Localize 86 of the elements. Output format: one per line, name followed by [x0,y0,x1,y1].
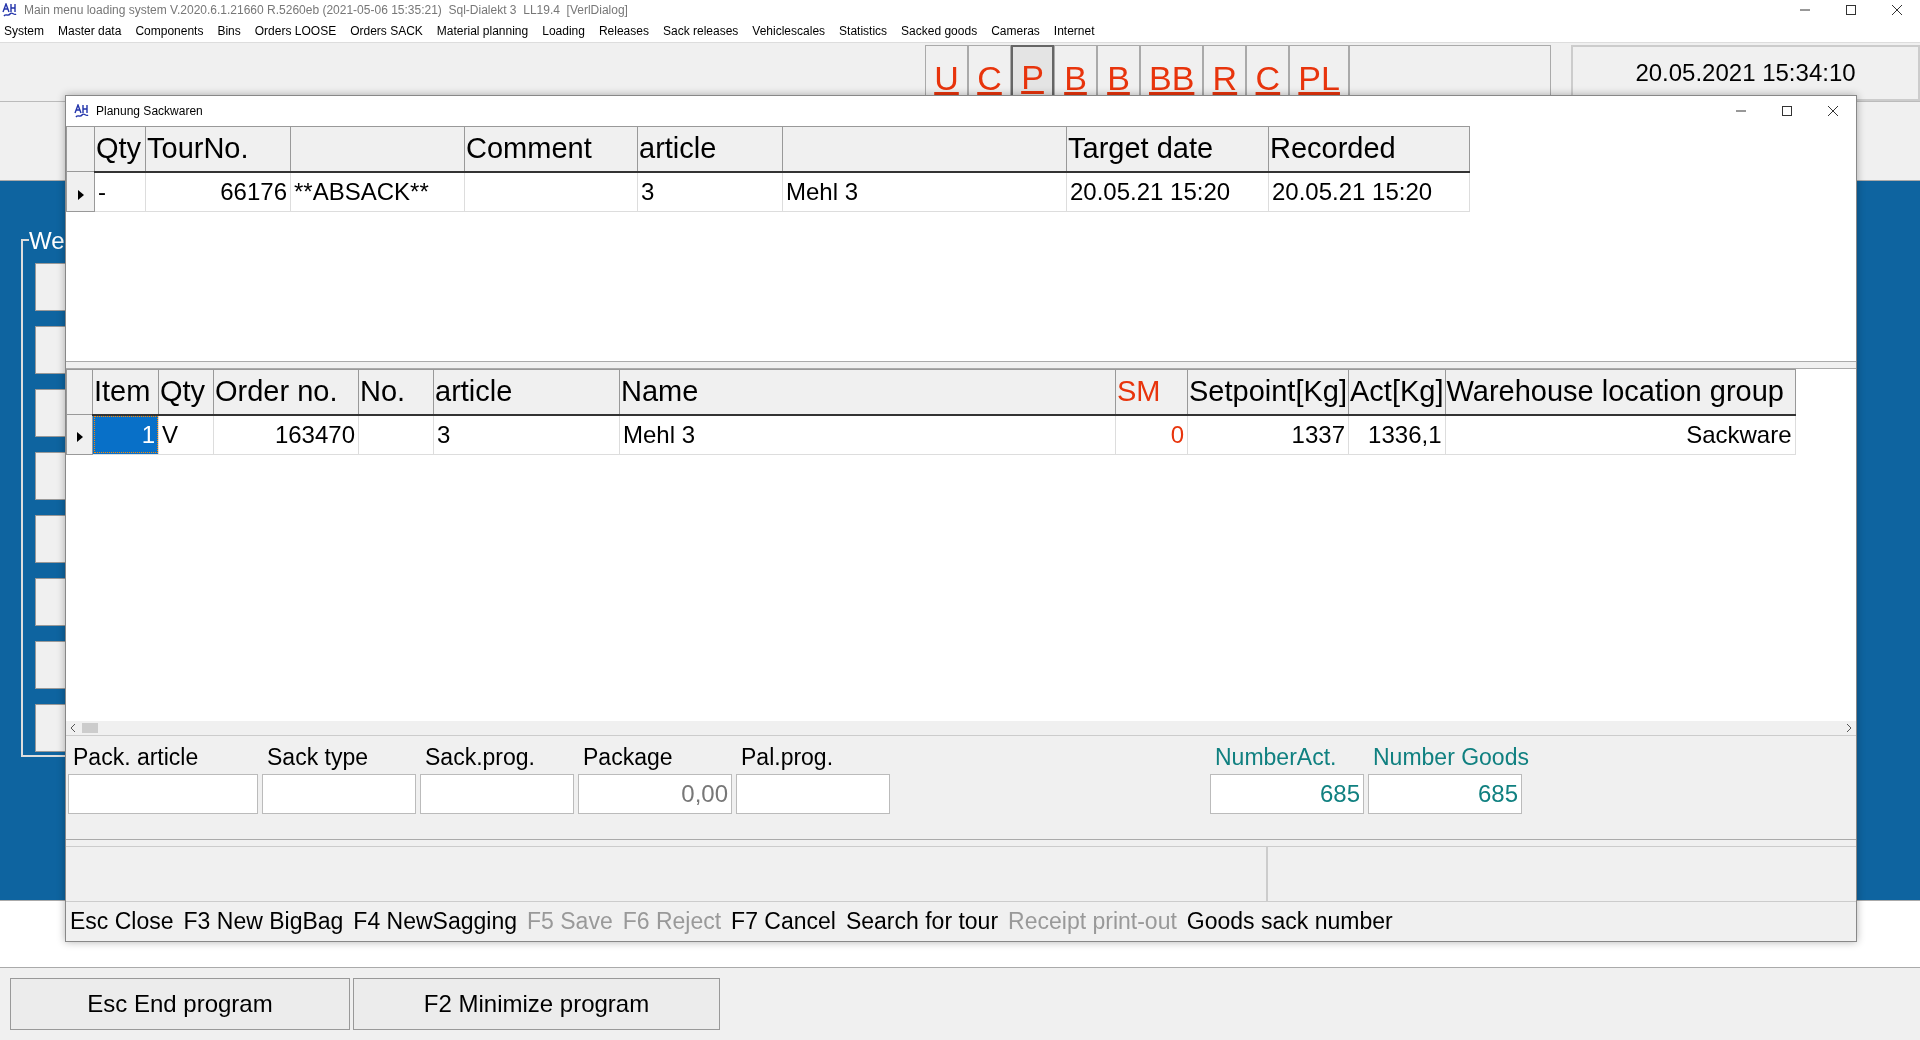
function-key[interactable]: F7 Cancel [731,908,836,935]
column-header[interactable]: Setpoint[Kg] [1187,369,1349,415]
table-cell: 66176 [145,171,291,212]
table-cell: Mehl 3 [619,414,1116,455]
menu-item[interactable]: Components [135,24,204,38]
menu-item[interactable]: Material planning [436,24,529,38]
column-header[interactable]: SM [1115,369,1188,415]
table-cell: 1337 [1187,414,1349,455]
menu-item[interactable]: Master data [58,24,122,38]
column-header[interactable]: article [433,369,620,415]
column-header[interactable]: Qty [94,126,146,172]
column-header[interactable] [782,126,1067,172]
table-cell: 163470 [213,414,359,455]
field-label: Number Goods [1372,743,1529,772]
table-cell: 3 [637,171,783,212]
scroll-right-icon[interactable] [1846,723,1852,732]
menu-item[interactable]: Sack releases [662,24,739,38]
menu-item[interactable]: System [4,24,44,38]
function-key[interactable]: Goods sack number [1186,908,1393,935]
table-cell: **ABSACK** [290,171,465,212]
menu-item[interactable]: Orders SACK [350,24,423,38]
menu-item[interactable]: Cameras [991,24,1040,38]
maximize-icon[interactable] [1846,5,1856,15]
field-label: Pal.prog. [740,743,835,772]
column-header[interactable]: Name [619,369,1116,415]
function-key[interactable]: F3 New BigBag [183,908,344,935]
column-header[interactable]: Warehouse location group [1445,369,1795,415]
input-field[interactable] [420,773,574,814]
column-header[interactable]: Comment [464,126,638,172]
menu-item[interactable]: Statistics [839,24,888,38]
input-field[interactable]: 685 [1368,773,1522,814]
column-header[interactable]: No. [358,369,434,415]
column-header[interactable] [290,126,465,172]
field-label: NumberAct. [1214,743,1338,772]
window-title: Main menu loading system V.2020.6.1.21660 R.5260eb (2021-05-06 15:35:21) Sql-Dialekt 3 LL19.4 [VerlDialog] [24,3,629,17]
column-header[interactable]: article [637,126,783,172]
menu-item[interactable]: Releases [598,24,649,38]
menu-item[interactable]: Vehiclescales [752,24,826,38]
program-button[interactable]: Esc End program [10,978,350,1030]
dialog-title: Planung Sackwaren [96,103,203,118]
table-cell: V [158,414,214,455]
close-icon[interactable] [1828,105,1838,116]
column-header[interactable]: Recorded [1268,126,1470,172]
input-field[interactable]: 0,00 [578,773,732,814]
function-key[interactable]: F4 NewSagging [353,908,517,935]
menu-item[interactable]: Orders LOOSE [254,24,337,38]
column-header[interactable]: TourNo. [145,126,291,172]
menu-item[interactable]: Bins [217,24,241,38]
table-cell: Sackware [1445,414,1795,455]
maximize-icon[interactable] [1782,105,1792,116]
row-pointer-icon [76,432,83,443]
column-header[interactable]: Order no. [213,369,359,415]
table-cell: 1336,1 [1348,414,1445,455]
menu-item[interactable]: Internet [1053,24,1095,38]
row-header-cell[interactable] [66,171,95,212]
menu-item[interactable]: Loading [542,24,585,38]
field-label: Pack. article [72,743,200,772]
close-icon[interactable] [1892,5,1902,15]
column-header[interactable]: Item [92,369,159,415]
table-cell: - [94,171,146,212]
field-label: Sack type [266,743,369,772]
input-field[interactable]: 685 [1210,773,1364,814]
app-logo-icon [74,103,90,118]
input-field[interactable] [736,773,890,814]
row-pointer-icon [77,189,84,200]
table-cell: Mehl 3 [782,171,1067,212]
app-logo-icon [2,3,18,17]
function-key[interactable]: Search for tour [845,908,999,935]
column-header[interactable]: Qty [158,369,214,415]
scroll-left-icon[interactable] [70,723,76,732]
table-cell: 0 [1115,414,1188,455]
column-header[interactable]: Act[Kg] [1348,369,1445,415]
field-label: Sack.prog. [424,743,536,772]
row-header-cell[interactable] [66,414,93,455]
function-key[interactable]: Esc Close [70,908,174,935]
table-cell: 20.05.21 15:20 [1268,171,1470,212]
table-cell: 3 [433,414,620,455]
menu-item[interactable]: Sacked goods [901,24,978,38]
input-field[interactable] [68,773,258,814]
table-cell: 20.05.21 15:20 [1066,171,1269,212]
scrollbar-thumb[interactable] [82,722,98,733]
table-cell: 1 [92,414,159,455]
program-button[interactable]: F2 Minimize program [353,978,720,1030]
field-label: Package [582,743,674,772]
column-header[interactable]: Target date [1066,126,1269,172]
input-field[interactable] [262,773,416,814]
